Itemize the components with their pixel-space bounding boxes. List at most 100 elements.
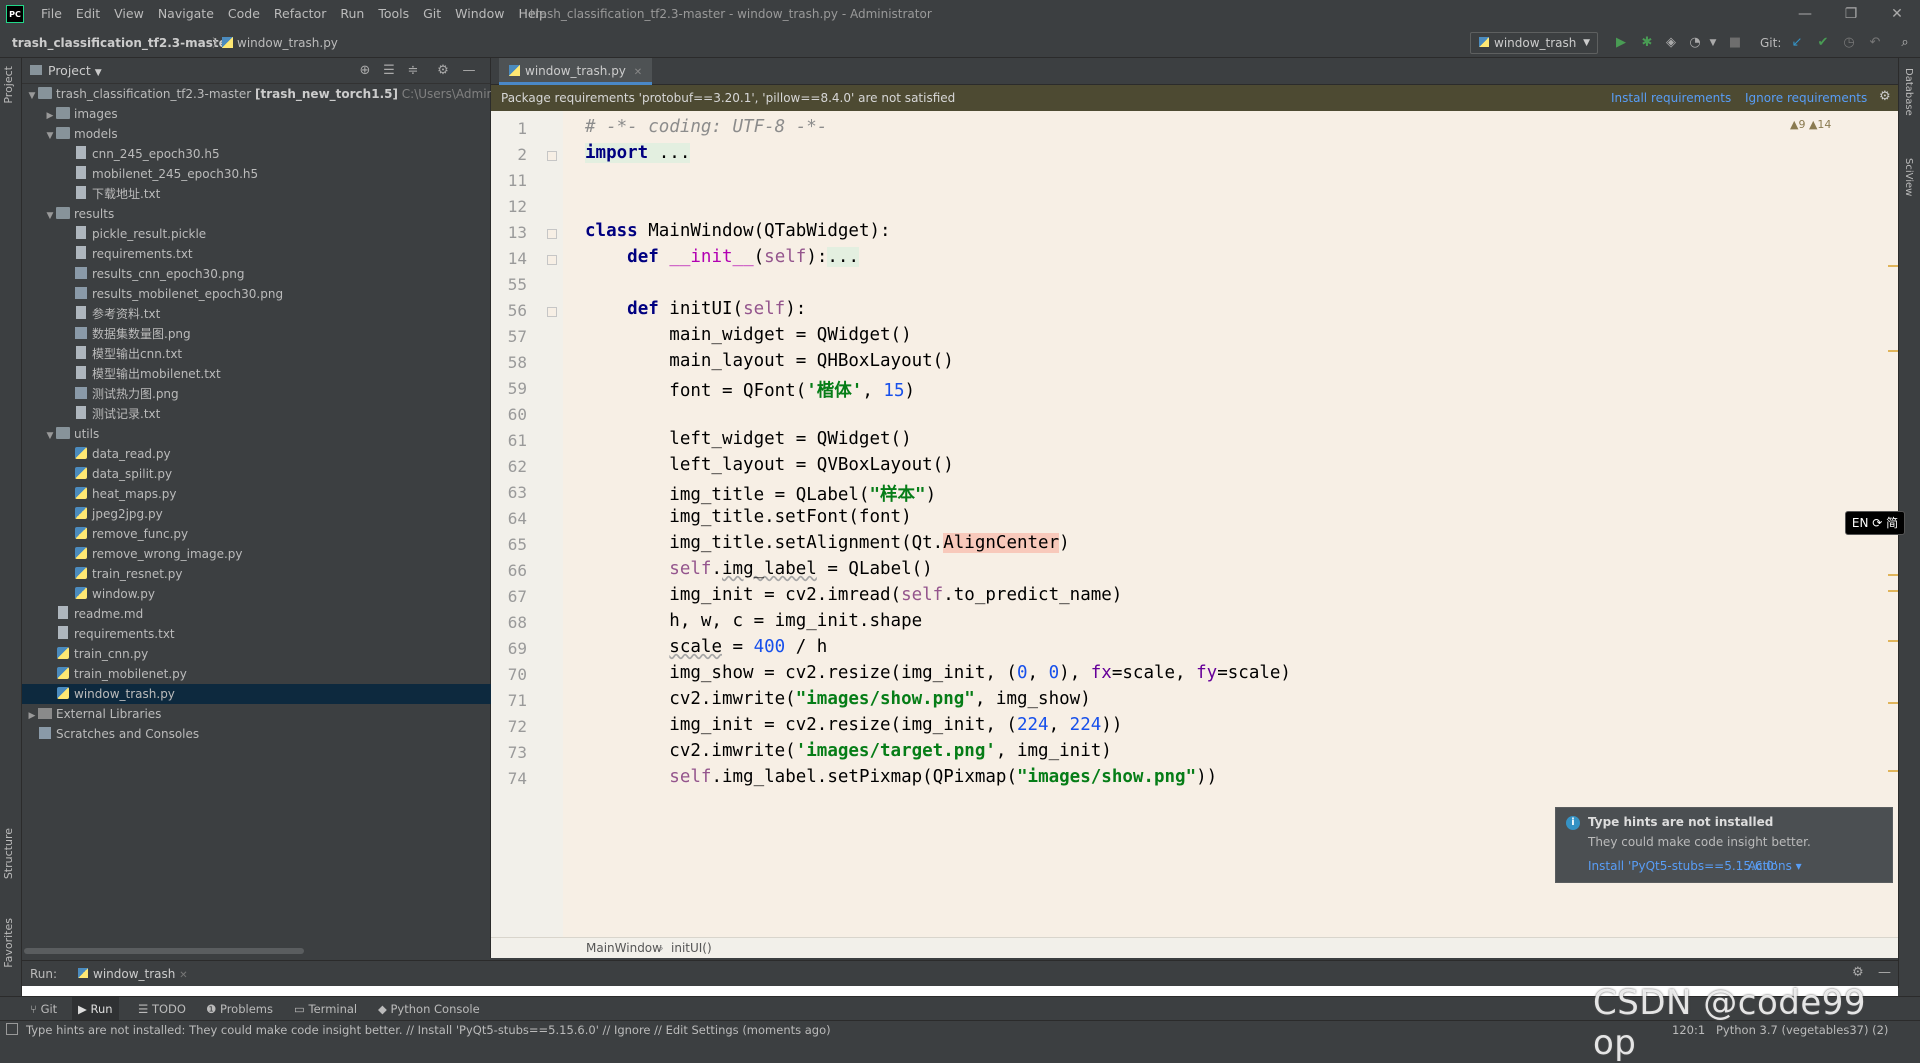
error-stripe-mark[interactable]	[1888, 770, 1898, 772]
menu-navigate[interactable]: Navigate	[151, 0, 221, 28]
tool-tab-git[interactable]: ⑂ Git	[24, 997, 63, 1021]
menu-edit[interactable]: Edit	[69, 0, 107, 28]
minimize-icon[interactable]: —	[1782, 0, 1828, 28]
gear-icon[interactable]: ⚙	[1852, 965, 1864, 980]
notification-actions-link[interactable]: Actions ▾	[1748, 859, 1802, 873]
menu-view[interactable]: View	[107, 0, 151, 28]
fold-marker-icon[interactable]	[547, 151, 557, 161]
git-update-icon[interactable]: ↙	[1788, 33, 1806, 53]
tree-item[interactable]: ▼ models	[22, 124, 491, 144]
error-stripe-mark[interactable]	[1888, 590, 1898, 592]
debug-icon[interactable]: ✱	[1638, 33, 1656, 53]
ignore-requirements-link[interactable]: Ignore requirements	[1745, 85, 1867, 111]
gear-icon[interactable]: ⚙	[434, 61, 452, 81]
error-stripe-mark[interactable]	[1888, 640, 1898, 642]
tree-item[interactable]: Scratches and Consoles	[22, 724, 491, 744]
fold-marker-icon[interactable]	[547, 307, 557, 317]
run-icon[interactable]: ▶	[1612, 33, 1630, 53]
tree-item[interactable]: 测试热力图.png	[22, 384, 491, 404]
tool-tab-python-console[interactable]: ◆ Python Console	[372, 997, 486, 1021]
hide-panel-icon[interactable]: —	[460, 61, 478, 81]
status-message[interactable]: Type hints are not installed: They could…	[26, 1021, 831, 1040]
run-configuration-select[interactable]: window_trash ▼	[1470, 32, 1598, 54]
tree-item[interactable]: mobilenet_245_epoch30.h5	[22, 164, 491, 184]
tree-item[interactable]: heat_maps.py	[22, 484, 491, 504]
menu-run[interactable]: Run	[333, 0, 371, 28]
chevron-down-icon[interactable]: ▼	[44, 206, 56, 226]
tree-item[interactable]: train_resnet.py	[22, 564, 491, 584]
tree-item[interactable]: results_mobilenet_epoch30.png	[22, 284, 491, 304]
tree-item[interactable]: 测试记录.txt	[22, 404, 491, 424]
error-stripe-mark[interactable]	[1888, 702, 1898, 704]
chevron-right-icon[interactable]: ▶	[26, 706, 38, 726]
database-tool-button[interactable]: Database	[1903, 68, 1914, 116]
chevron-down-icon[interactable]: ▼	[44, 426, 56, 446]
sciview-tool-button[interactable]: SciView	[1903, 158, 1914, 196]
error-stripe-mark[interactable]	[1888, 574, 1898, 576]
inspection-widget[interactable]: ▲9 ▲14	[1790, 118, 1831, 131]
tree-item[interactable]: ▶ External Libraries	[22, 704, 491, 724]
menu-refactor[interactable]: Refactor	[267, 0, 333, 28]
fold-marker-icon[interactable]	[547, 255, 557, 265]
tab-window-trash[interactable]: window_trash.py ✕	[499, 58, 653, 85]
menu-tools[interactable]: Tools	[371, 0, 416, 28]
git-commit-icon[interactable]: ✔	[1814, 33, 1832, 53]
profile-icon[interactable]: ◔	[1686, 33, 1704, 53]
tree-item[interactable]: ▶ images	[22, 104, 491, 124]
tree-item[interactable]: jpeg2jpg.py	[22, 504, 491, 524]
tool-tab-problems[interactable]: ❶ Problems	[200, 997, 279, 1021]
search-everywhere-icon[interactable]: ⌕	[1896, 33, 1914, 53]
git-history-icon[interactable]: ◷	[1840, 33, 1858, 53]
chevron-down-icon[interactable]: ▼	[44, 126, 56, 146]
breadcrumb-method[interactable]: initUI()	[671, 938, 712, 958]
tree-item[interactable]: ▼ utils	[22, 424, 491, 444]
fold-marker-icon[interactable]	[547, 229, 557, 239]
tree-item[interactable]: requirements.txt	[22, 624, 491, 644]
favorites-tool-button[interactable]: Favorites	[2, 918, 15, 968]
error-stripe-mark[interactable]	[1888, 265, 1898, 267]
stop-icon[interactable]: ■	[1726, 33, 1744, 53]
menu-code[interactable]: Code	[221, 0, 267, 28]
breadcrumb-project[interactable]: trash_classification_tf2.3-master	[12, 28, 233, 58]
install-requirements-link[interactable]: Install requirements	[1611, 85, 1731, 111]
menu-window[interactable]: Window	[448, 0, 511, 28]
banner-gear-icon[interactable]: ⚙	[1879, 89, 1891, 104]
tree-item[interactable]: remove_func.py	[22, 524, 491, 544]
tree-item[interactable]: pickle_result.pickle	[22, 224, 491, 244]
tree-item[interactable]: train_cnn.py	[22, 644, 491, 664]
status-toggle-icon[interactable]	[6, 1023, 18, 1035]
tree-item[interactable]: 模型输出cnn.txt	[22, 344, 491, 364]
tree-item[interactable]: 参考资料.txt	[22, 304, 491, 324]
breadcrumb-class[interactable]: MainWindow	[586, 938, 662, 958]
git-rollback-icon[interactable]: ↶	[1866, 33, 1884, 53]
tree-item[interactable]: requirements.txt	[22, 244, 491, 264]
more-run-chevron-icon[interactable]: ▼	[1704, 33, 1722, 53]
structure-tool-button[interactable]: Structure	[2, 828, 15, 879]
tree-root[interactable]: ▼ trash_classification_tf2.3-master [tras…	[22, 84, 513, 104]
collapse-all-icon[interactable]: ≑	[404, 61, 422, 81]
ime-indicator[interactable]: EN ⟳ 简	[1845, 511, 1905, 535]
restore-icon[interactable]: ❐	[1828, 0, 1874, 28]
tree-item[interactable]: remove_wrong_image.py	[22, 544, 491, 564]
close-icon[interactable]: ✕	[1874, 0, 1920, 28]
locate-icon[interactable]: ⊕	[356, 61, 374, 81]
chevron-right-icon[interactable]: ▶	[44, 106, 56, 126]
tool-tab-todo[interactable]: ☰ TODO	[132, 997, 192, 1021]
tree-item[interactable]: ▼ results	[22, 204, 491, 224]
menu-file[interactable]: File	[34, 0, 69, 28]
tree-item[interactable]: results_cnn_epoch30.png	[22, 264, 491, 284]
tree-item[interactable]: window_trash.py	[22, 684, 491, 704]
tree-item[interactable]: data_spilit.py	[22, 464, 491, 484]
tree-item[interactable]: 下载地址.txt	[22, 184, 491, 204]
tree-item[interactable]: cnn_245_epoch30.h5	[22, 144, 491, 164]
expand-all-icon[interactable]: ☰	[380, 61, 398, 81]
breadcrumb-file[interactable]: window_trash.py	[222, 28, 338, 58]
menu-git[interactable]: Git	[416, 0, 448, 28]
project-tool-button[interactable]: Project	[2, 66, 15, 104]
tree-item[interactable]: train_mobilenet.py	[22, 664, 491, 684]
tool-tab-run[interactable]: ▶ Run	[72, 997, 119, 1021]
tree-item[interactable]: data_read.py	[22, 444, 491, 464]
hide-panel-icon[interactable]: —	[1878, 965, 1891, 980]
tree-item[interactable]: window.py	[22, 584, 491, 604]
tree-item[interactable]: 模型输出mobilenet.txt	[22, 364, 491, 384]
